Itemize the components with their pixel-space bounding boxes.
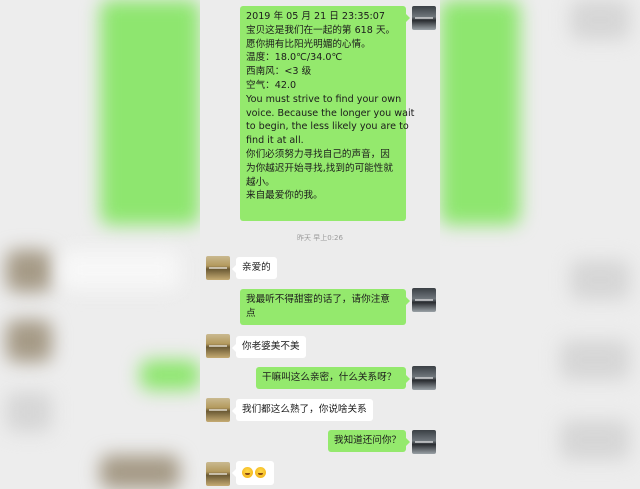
grin-sweat-emoji-icon [242, 466, 253, 478]
message-line: 我最听不得甜蜜的话了，请你注意 [246, 294, 390, 305]
message-bubble-mine[interactable]: 2019 年 05 月 21 日 23:35:07 宝贝这是我们在一起的第 61… [240, 6, 415, 221]
message-line: 空气：42.0 [246, 79, 297, 91]
message-line: 来自最爱你的我。 [246, 190, 323, 202]
message-bubble-theirs[interactable]: 你老婆美不美 [232, 336, 306, 358]
blurred-bubble [100, 0, 200, 225]
blurred-avatar [100, 455, 180, 489]
blurred-bubble [140, 360, 200, 390]
message-bubble-theirs[interactable] [232, 461, 274, 485]
blurred-right-panel [440, 0, 640, 489]
message-line: voice. Because the longer you wait [246, 107, 415, 119]
blurred-avatar [560, 340, 630, 380]
blurred-bubble [440, 0, 520, 225]
message-line: 越小。 [246, 176, 275, 188]
her-avatar[interactable] [206, 462, 230, 486]
message-line: find it at all. [246, 135, 304, 147]
blurred-avatar [6, 392, 52, 432]
blurred-avatar [6, 320, 52, 362]
message-bubble-theirs[interactable]: 亲爱的 [232, 257, 277, 279]
message-line: 为你越迟开始寻找,找到的可能性就 [246, 162, 393, 174]
message-bubble-theirs[interactable]: 我们都这么熟了，你说啥关系 [232, 399, 373, 421]
her-avatar[interactable] [206, 334, 230, 358]
message-line: You must strive to find your own [246, 93, 402, 105]
message-line: 2019 年 05 月 21 日 23:35:07 [246, 11, 385, 22]
message-bubble-mine[interactable]: 干嘛叫这么亲密，什么关系呀？ [256, 367, 410, 389]
message-line: to begin, the less likely you are to [246, 121, 409, 133]
message-line: 温度：18.0℃/34.0℃ [246, 52, 343, 64]
message-line: 你老婆美不美 [242, 341, 300, 352]
message-line: 点 [246, 307, 256, 319]
blurred-avatar [570, 260, 630, 300]
message-bubble-mine[interactable]: 我最听不得甜蜜的话了，请你注意 点 [240, 289, 410, 325]
blurred-avatar [6, 250, 52, 292]
message-line: 我们都这么熟了，你说啥关系 [242, 404, 367, 415]
my-avatar[interactable] [412, 430, 436, 454]
message-line: 宝贝这是我们在一起的第 618 天。 [246, 24, 396, 36]
message-line: 你们必须努力寻找自己的声音，因 [246, 148, 390, 160]
blurred-avatar [560, 420, 630, 460]
message-timestamp: 昨天 早上0:26 [297, 234, 343, 242]
my-avatar[interactable] [412, 6, 436, 30]
blurred-bubble [60, 250, 180, 290]
my-avatar[interactable] [412, 366, 436, 390]
message-line: 干嘛叫这么亲密，什么关系呀？ [262, 372, 397, 383]
chat-panel[interactable]: 2019 年 05 月 21 日 23:35:07 宝贝这是我们在一起的第 61… [200, 0, 440, 489]
message-line: 愿你拥有比阳光明媚的心情。 [246, 38, 371, 50]
blurred-avatar [570, 0, 630, 40]
message-line: 我知道还问你？ [334, 435, 402, 446]
her-avatar[interactable] [206, 398, 230, 422]
message-line: 西南风：<3 级 [246, 66, 312, 78]
blurred-left-panel [0, 0, 200, 489]
her-avatar[interactable] [206, 256, 230, 280]
message-bubble-mine[interactable]: 我知道还问你？ [328, 430, 410, 452]
grin-sweat-emoji-icon [255, 466, 266, 478]
message-line: 亲爱的 [242, 262, 271, 273]
my-avatar[interactable] [412, 288, 436, 312]
